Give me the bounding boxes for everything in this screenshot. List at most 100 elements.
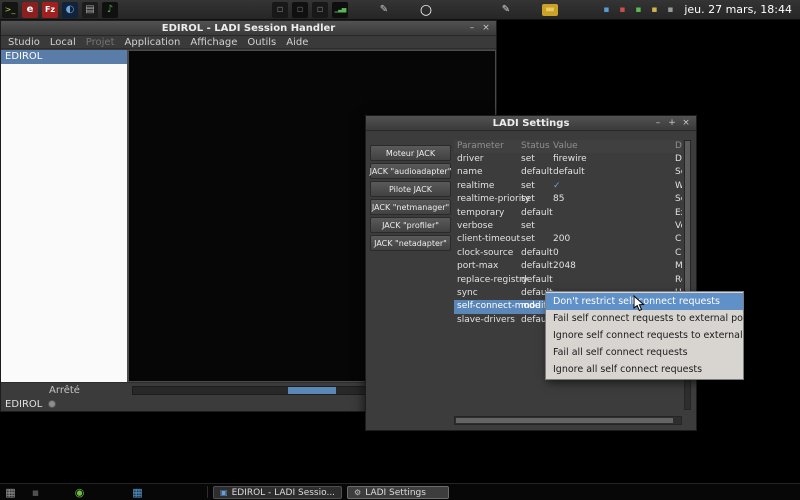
param-name-cell: client-timeout [454,233,518,246]
param-status-cell: default [518,166,550,179]
settings-section-button[interactable]: JACK "netadapter" [370,235,451,251]
parameter-row[interactable]: clock-source default 0 Clo [454,247,682,260]
enlightenment-icon[interactable]: ◉ [72,485,87,500]
minimize-button[interactable]: – [466,23,478,34]
folder-icon[interactable]: ▬ [542,4,558,16]
menu-item[interactable]: Application [120,37,186,48]
menu-item[interactable]: Studio [3,37,45,48]
param-name-cell: slave-drivers [454,314,518,327]
param-value-cell[interactable]: 85 [550,193,672,206]
tray-misc-icon[interactable]: ▪ [664,4,676,16]
param-name-cell: driver [454,153,518,166]
terminal-icon[interactable]: >_ [2,2,18,18]
parameter-row[interactable]: port-max default 2048 Ma [454,260,682,273]
table-horizontal-scrollbar[interactable] [454,416,682,425]
param-value-cell[interactable] [550,207,672,220]
dropdown-option[interactable]: Fail all self connect requests [546,344,743,361]
tray-status-icon[interactable]: ▪ [632,4,644,16]
show-desktop-icon[interactable]: ▪ [28,485,43,500]
app-window-icon[interactable]: ▫ [272,2,288,18]
param-description-cell: Ma [672,260,682,273]
settings-dialog-title: LADI Settings [366,118,696,129]
session-titlebar[interactable]: EDIROL - LADI Session Handler – × [1,21,496,36]
param-value-cell[interactable]: 200 [550,233,672,246]
clock[interactable]: jeu. 27 mars, 18:44 [678,3,800,16]
settings-section-button[interactable]: JACK "netmanager" [370,199,451,215]
workspace-pager-icon[interactable]: ▦ [130,485,145,500]
task-button-label: LADI Settings [365,488,426,498]
param-value-cell[interactable]: ✓ [550,180,672,193]
param-status-cell: default [518,274,550,287]
param-status-cell: default [518,260,550,273]
param-value-cell[interactable]: 0 [550,247,672,260]
session-window-controls: – × [466,23,496,34]
parameter-row[interactable]: client-timeout set 200 Clie [454,233,682,246]
app-window-icon[interactable]: ▫ [292,2,308,18]
param-value-cell[interactable] [550,274,672,287]
settings-section-button[interactable]: JACK "profiler" [370,217,451,233]
filezilla-icon[interactable]: Fz [42,2,58,18]
menu-item[interactable]: Local [45,37,81,48]
dropdown-option[interactable]: Ignore self connect requests to external… [546,327,743,344]
app-window-icon[interactable]: ▫ [312,2,328,18]
menu-item[interactable]: Projet [81,37,120,48]
pencil-icon[interactable]: ✎ [498,2,514,18]
maximize-button[interactable]: + [666,118,678,129]
menu-item[interactable]: Affichage [185,37,242,48]
tray-alert-icon[interactable]: ▪ [616,4,628,16]
param-value-cell[interactable]: 2048 [550,260,672,273]
status-led-icon [48,400,56,408]
chart-icon[interactable]: ▁▃▅ [332,2,348,18]
tools-icon[interactable]: ✎ [376,2,392,18]
close-button[interactable]: × [480,23,492,34]
param-status-cell: set [518,233,550,246]
files-icon[interactable]: ▤ [82,2,98,18]
start-menu-icon[interactable]: ▦ [3,485,18,500]
task-button[interactable]: ▣ EDIROL - LADI Sessio... [213,486,342,499]
param-status-cell: set [518,180,550,193]
parameter-row[interactable]: name default default Se [454,166,682,179]
task-button[interactable]: ⚙ LADI Settings [347,486,449,499]
parameter-row[interactable]: replace-registry default Rep [454,274,682,287]
menu-item[interactable]: Aide [281,37,313,48]
parameter-row[interactable]: realtime set ✓ Wh [454,180,682,193]
parameter-row[interactable]: realtime-priority set 85 Sch [454,193,682,206]
dropdown-option[interactable]: Ignore all self connect requests [546,361,743,378]
settings-section-list: Moteur JACK JACK "audioadapter" Pilote J… [370,145,451,253]
param-value-cell[interactable] [550,220,672,233]
settings-titlebar[interactable]: LADI Settings – + × [366,116,696,131]
studio-status-label: Arrêté [1,385,128,396]
scrollbar-thumb[interactable] [456,418,673,423]
param-description-cell: Wh [672,180,682,193]
settings-section-button[interactable]: Pilote JACK [370,181,451,197]
parameter-row[interactable]: driver set firewire Dri [454,153,682,166]
close-button[interactable]: × [680,118,692,129]
parameter-row[interactable]: verbose set Ver [454,220,682,233]
param-description-cell: Ver [672,220,682,233]
browser-icon[interactable]: ◐ [62,2,78,18]
studio-tree-panel: EDIROL [1,50,128,382]
param-name-cell: verbose [454,220,518,233]
scrollbar-thumb[interactable] [288,387,336,394]
settings-dialog: LADI Settings – + × Moteur JACK JACK "au… [365,115,697,431]
media-icon[interactable]: ♪ [102,2,118,18]
settings-section-button[interactable]: Moteur JACK [370,145,451,161]
task-button-icon: ▣ [220,488,228,497]
taskbar: ▦ ▪ ◉ ▦ ▣ EDIROL - LADI Sessio... ⚙ LADI… [0,483,800,500]
parameter-row[interactable]: temporary default Ex [454,207,682,220]
tree-item-edirol[interactable]: EDIROL [1,50,127,64]
minimize-button[interactable]: – [652,118,664,129]
record-circle-icon[interactable]: ○ [418,2,434,18]
param-name-cell: realtime-priority [454,193,518,206]
tray-volume-icon[interactable]: ▪ [648,4,660,16]
editor-icon[interactable]: e [22,2,38,18]
menu-item[interactable]: Outils [242,37,281,48]
settings-window-controls: – + × [652,118,696,129]
scrollbar-thumb[interactable] [685,141,690,307]
param-name-cell: realtime [454,180,518,193]
tray-network-icon[interactable]: ▪ [600,4,612,16]
header-status: Status [518,140,550,153]
settings-section-button[interactable]: JACK "audioadapter" [370,163,451,179]
param-value-cell[interactable]: firewire [550,153,672,166]
param-value-cell[interactable]: default [550,166,672,179]
